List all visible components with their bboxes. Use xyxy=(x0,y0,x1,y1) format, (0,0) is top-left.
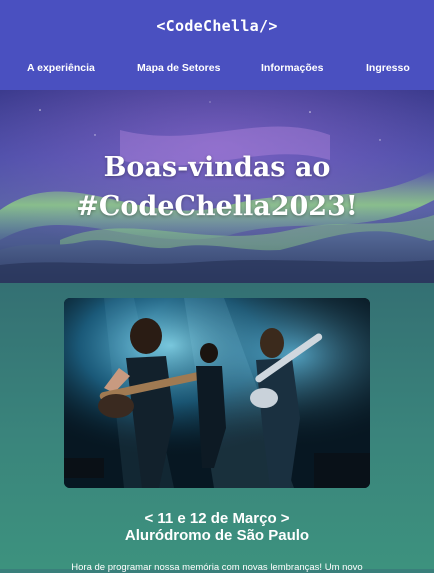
nav-link-ingresso[interactable]: Ingresso xyxy=(366,62,410,74)
nav-link-experiencia[interactable]: A experiência xyxy=(27,62,95,74)
hero-banner: Boas-vindas ao #CodeChella2023! xyxy=(0,90,434,283)
main-nav: A experiência Mapa de Setores Informaçõe… xyxy=(0,62,434,76)
site-header: <CodeChella/> A experiência Mapa de Seto… xyxy=(0,0,434,90)
nav-link-informacoes[interactable]: Informações xyxy=(261,62,323,74)
event-section: < 11 e 12 de Março > Aluródromo de São P… xyxy=(0,283,434,573)
event-description: Hora de programar nossa memória com nova… xyxy=(71,562,363,573)
nav-link-mapa-setores[interactable]: Mapa de Setores xyxy=(137,62,220,74)
site-logo[interactable]: <CodeChella/> xyxy=(0,17,434,35)
event-date: < 11 e 12 de Março > xyxy=(144,510,290,527)
event-venue: Aluródromo de São Paulo xyxy=(124,527,310,544)
hero-title-line1: Boas-vindas ao xyxy=(103,152,331,183)
hero-title-line2: #CodeChella2023! xyxy=(76,191,358,222)
hero-title: Boas-vindas ao #CodeChella2023! xyxy=(0,148,434,226)
band-concert-image xyxy=(64,298,370,488)
